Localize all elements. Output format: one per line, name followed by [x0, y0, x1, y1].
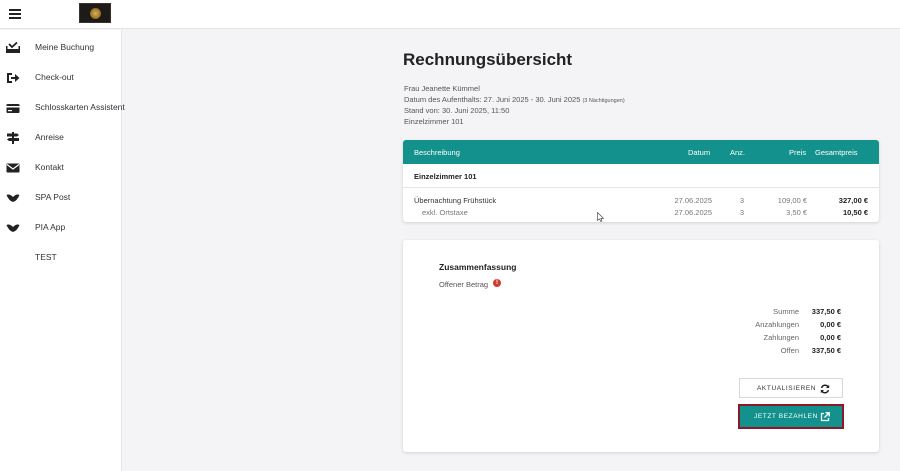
sidebar: Meine Buchung Check-out Schlosskarten As… — [0, 30, 125, 471]
sidebar-item-label: Kontakt — [35, 162, 64, 172]
stay-dates-text: Datum des Aufenthalts: 27. Juni 2025 - 3… — [404, 94, 581, 104]
invoice-table-header: Beschreibung Datum Anz. Preis Gesamtprei… — [403, 140, 879, 164]
summary-label: Zahlungen — [763, 333, 799, 342]
external-link-icon — [820, 412, 830, 422]
sidebar-item-label: Schlosskarten Assistent — [35, 102, 125, 112]
checkout-icon — [6, 72, 20, 84]
row-description: exkl. Ortstaxe — [422, 208, 468, 217]
summary-row: Anzahlungen 0,00 € — [703, 320, 843, 332]
logo-emblem — [89, 7, 101, 19]
heart-icon — [6, 192, 20, 204]
mouse-cursor-icon — [597, 212, 604, 222]
refresh-button-label: AKTUALISIEREN — [757, 385, 817, 392]
summary-card: Zusammenfassung Offener Betrag ! Summe 3… — [403, 240, 879, 452]
sidebar-item-pia-app[interactable]: PIA App — [0, 217, 122, 239]
stay-dates: Datum des Aufenthalts: 27. Juni 2025 - 3… — [404, 95, 625, 107]
pay-now-button-label: JETZT BEZAHLEN — [754, 413, 818, 420]
guest-name: Frau Jeanette Kümmel — [404, 84, 480, 93]
row-qty: 3 — [739, 208, 744, 217]
top-bar — [0, 0, 900, 29]
guest-info: Frau Jeanette Kümmel Datum des Aufenthal… — [404, 84, 625, 127]
alert-icon: ! — [493, 279, 501, 287]
sidebar-item-schlosskarten[interactable]: Schlosskarten Assistent — [0, 97, 125, 119]
sidebar-item-check-out[interactable]: Check-out — [0, 67, 122, 89]
sidebar-item-label: PIA App — [35, 222, 66, 232]
summary-label: Anzahlungen — [755, 320, 799, 329]
status-date: Stand von: 30. Juni 2025, 11:50 — [404, 106, 510, 115]
summary-value: 0,00 € — [820, 333, 841, 342]
sidebar-item-meine-buchung[interactable]: Meine Buchung — [0, 37, 122, 59]
sidebar-item-test[interactable]: TEST — [0, 247, 122, 269]
summary-row: Offen 337,50 € — [703, 346, 843, 358]
column-header-date: Datum — [688, 148, 711, 157]
invoice-group-label: Einzelzimmer 101 — [414, 172, 477, 181]
summary-row: Zahlungen 0,00 € — [703, 333, 843, 345]
column-header-qty: Anz. — [730, 148, 746, 157]
invoice-group-row: Einzelzimmer 101 — [403, 164, 879, 188]
sidebar-item-label: TEST — [35, 252, 57, 262]
sidebar-item-spa-post[interactable]: SPA Post — [0, 187, 122, 209]
sidebar-item-label: Meine Buchung — [35, 42, 95, 52]
row-total: 327,00 € — [838, 196, 868, 205]
summary-label: Offen — [780, 346, 799, 355]
room-name: Einzelzimmer 101 — [404, 116, 464, 126]
row-total: 10,50 € — [842, 208, 868, 217]
table-row: Übernachtung Frühstück 27.06.2025 3 109,… — [403, 196, 879, 208]
summary-label: Summe — [773, 307, 799, 316]
summary-row: Summe 337,50 € — [703, 307, 843, 319]
summary-value: 337,50 € — [811, 346, 841, 355]
row-date: 27.06.2025 — [674, 208, 712, 217]
table-row: exkl. Ortstaxe 27.06.2025 3 3,50 € 10,50… — [403, 208, 879, 220]
invoice-table: Beschreibung Datum Anz. Preis Gesamtprei… — [403, 140, 879, 222]
row-description: Übernachtung Frühstück — [414, 196, 497, 205]
sidebar-item-label: Check-out — [35, 72, 74, 82]
column-header-description: Beschreibung — [414, 148, 460, 157]
row-price: 109,00 € — [777, 196, 807, 205]
sidebar-item-label: SPA Post — [35, 192, 71, 202]
hamburger-menu-icon[interactable] — [9, 9, 21, 20]
stay-nights: (3 Nächtigungen) — [582, 97, 625, 104]
refresh-button[interactable]: AKTUALISIEREN — [739, 378, 843, 398]
hotel-logo[interactable] — [79, 3, 111, 23]
card-icon — [6, 102, 20, 114]
booking-icon — [6, 42, 20, 54]
refresh-icon — [820, 384, 830, 394]
row-date: 27.06.2025 — [674, 196, 712, 205]
sidebar-item-anreise[interactable]: Anreise — [0, 127, 122, 149]
summary-title: Zusammenfassung — [439, 262, 517, 272]
open-amount-label: Offener Betrag — [439, 280, 489, 289]
summary-value: 337,50 € — [811, 307, 841, 316]
row-qty: 3 — [739, 196, 744, 205]
column-header-total: Gesamtpreis — [815, 148, 858, 157]
summary-value: 0,00 € — [820, 320, 841, 329]
page-title: Rechnungsübersicht — [403, 50, 573, 69]
heart-icon — [6, 222, 20, 234]
column-header-price: Preis — [789, 148, 807, 157]
sidebar-item-kontakt[interactable]: Kontakt — [0, 157, 122, 179]
mail-icon — [6, 162, 20, 174]
sidebar-item-label: Anreise — [35, 132, 64, 142]
pay-now-button[interactable]: JETZT BEZAHLEN — [738, 404, 844, 429]
signpost-icon — [6, 132, 20, 144]
row-price: 3,50 € — [786, 208, 807, 217]
